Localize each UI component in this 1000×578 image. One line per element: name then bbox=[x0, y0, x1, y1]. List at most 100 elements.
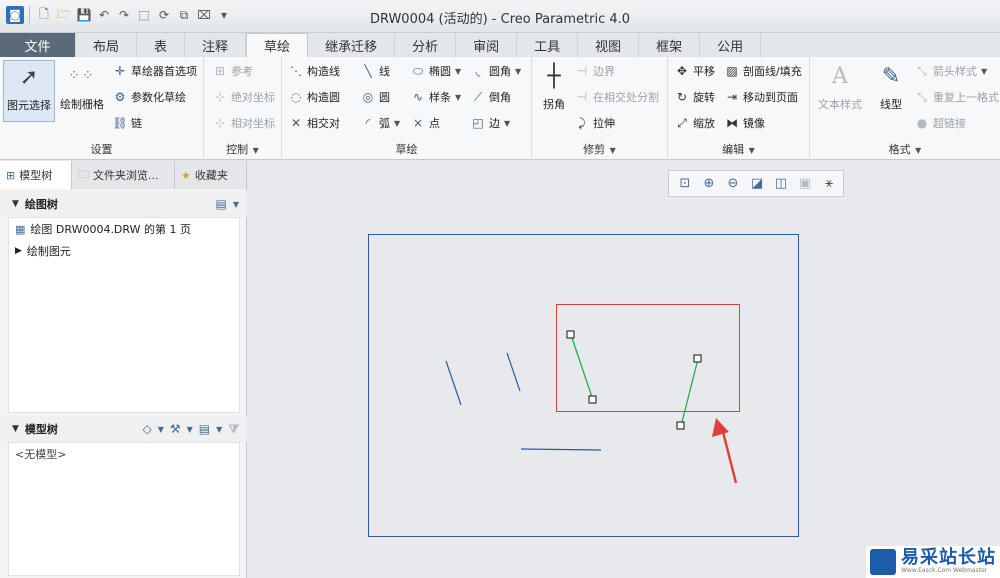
filter-icon[interactable]: ⧩ bbox=[228, 422, 239, 437]
model-tree-header[interactable]: ▼ 模型树 ◇ ▼ ⚒ ▼ ▤ ▼ ⧩ bbox=[0, 416, 247, 442]
spline-icon: ∿ bbox=[412, 90, 424, 104]
collapse-icon[interactable]: ▼ bbox=[12, 199, 19, 209]
move-to-page-button[interactable]: ⇥ 移动到页面 bbox=[724, 87, 798, 107]
intersect-pair-button[interactable]: ✕ 相交对 bbox=[288, 113, 340, 133]
tab-legacy-migration[interactable]: 继承迁移 bbox=[308, 33, 396, 57]
tab-tools[interactable]: 工具 bbox=[517, 33, 579, 57]
absolute-coord-label: 绝对坐标 bbox=[231, 91, 275, 104]
tab-frame[interactable]: 框架 bbox=[639, 33, 701, 57]
tree-item-draft-entities[interactable]: ▶ 绘制图元 bbox=[9, 240, 239, 262]
model-tree-empty: <无模型> bbox=[15, 448, 67, 461]
group-title-control[interactable]: 控制 ▼ bbox=[204, 142, 281, 158]
zoom-out-icon[interactable]: ⊖ bbox=[723, 174, 743, 194]
hatch-fill-button[interactable]: ▨ 剖面线/填充 bbox=[724, 61, 801, 81]
dropdown-icon[interactable]: ▼ bbox=[187, 425, 193, 434]
group-title-edit[interactable]: 编辑 ▼ bbox=[668, 142, 809, 158]
group-control: ⊞ 参考 ⊹ 绝对坐标 ⊹ 相对坐标 控制 ▼ bbox=[204, 57, 282, 160]
tab-favorites[interactable]: ★ 收藏夹 bbox=[175, 161, 247, 189]
drawing-tree-header[interactable]: ▼ 绘图树 ▤ ▼ bbox=[0, 191, 247, 217]
edge-button[interactable]: ◰ 边 ▼ bbox=[470, 113, 510, 133]
tree-item-drawing-sheet[interactable]: ▦ 绘图 DRW0004.DRW 的第 1 页 bbox=[9, 218, 239, 240]
tab-sketch[interactable]: 草绘 bbox=[246, 33, 309, 57]
tab-common[interactable]: 公用 bbox=[700, 33, 762, 57]
expand-icon[interactable]: ▶ bbox=[15, 246, 22, 256]
circle-button[interactable]: ◎ 圆 bbox=[360, 87, 390, 107]
group-title-format[interactable]: 格式 ▼ bbox=[810, 142, 1000, 158]
collapse-icon[interactable]: ▼ bbox=[12, 424, 19, 434]
tab-model-tree[interactable]: ⊞ 模型树 bbox=[0, 161, 72, 189]
chain-button[interactable]: ⛓ 链 bbox=[112, 113, 142, 133]
rotate-button[interactable]: ↻ 旋转 bbox=[674, 87, 715, 107]
construction-circle-button[interactable]: ◌ 构造圆 bbox=[288, 87, 340, 107]
tab-folder-browser[interactable]: 🗀 文件夹浏览... bbox=[72, 161, 175, 189]
zoom-in-icon[interactable]: ⊕ bbox=[699, 174, 719, 194]
model-display-icon[interactable]: ◇ bbox=[142, 422, 151, 436]
move-to-page-label: 移动到页面 bbox=[743, 91, 798, 104]
line-style-button[interactable]: ✎ 线型 bbox=[870, 60, 912, 122]
reference-icon: ⊞ bbox=[214, 64, 226, 78]
select-entity-button[interactable]: ➚ 图元选择 bbox=[3, 60, 55, 122]
fillet-button[interactable]: ◟ 圆角 ▼ bbox=[470, 61, 521, 81]
chamfer-button[interactable]: ⟋ 倒角 bbox=[470, 87, 511, 107]
sketcher-prefs-button[interactable]: ✛ 草绘器首选项 bbox=[112, 61, 197, 81]
corner-icon: ┼ bbox=[547, 63, 561, 89]
tree-settings-icon[interactable]: ▤ bbox=[199, 422, 210, 436]
tab-layout[interactable]: 布局 bbox=[76, 33, 138, 57]
spline-button[interactable]: ∿ 样条 ▼ bbox=[410, 87, 461, 107]
boundary-button[interactable]: ⊣ 边界 bbox=[574, 61, 615, 81]
relative-coord-button[interactable]: ⊹ 相对坐标 bbox=[212, 113, 275, 133]
tab-analysis[interactable]: 分析 bbox=[395, 33, 457, 57]
drawing-canvas[interactable] bbox=[248, 161, 1000, 578]
ellipse-button[interactable]: ⬭ 椭圆 ▼ bbox=[410, 61, 461, 81]
display-style-icon[interactable]: ◫ bbox=[771, 174, 791, 194]
mirror-button[interactable]: ⧓ 镜像 bbox=[724, 113, 765, 133]
hyperlink-label: 超链接 bbox=[933, 117, 966, 130]
scale-button[interactable]: ⤢ 缩放 bbox=[674, 113, 715, 133]
tab-view[interactable]: 视图 bbox=[578, 33, 640, 57]
reference-button[interactable]: ⊞ 参考 bbox=[212, 61, 253, 81]
datum-display-icon[interactable]: ⚹ bbox=[819, 174, 839, 194]
repaint-icon[interactable]: ◪ bbox=[747, 174, 767, 194]
tab-file[interactable]: 文件 bbox=[0, 33, 76, 57]
fillet-icon: ◟ bbox=[475, 64, 481, 78]
construction-circle-icon: ◌ bbox=[290, 90, 302, 104]
hyperlink-button[interactable]: ● 超链接 bbox=[914, 113, 966, 133]
construction-circle-label: 构造圆 bbox=[307, 91, 340, 104]
ellipse-icon: ⬭ bbox=[412, 63, 424, 78]
arrow-style-button[interactable]: ⤡ 箭头样式 ▼ bbox=[914, 61, 987, 81]
refit-icon[interactable]: ⊡ bbox=[675, 174, 695, 194]
saved-views-icon[interactable]: ▣ bbox=[795, 174, 815, 194]
dropdown-icon[interactable]: ▼ bbox=[233, 200, 239, 209]
repeat-format-icon: ⤡ bbox=[917, 89, 927, 104]
tab-table[interactable]: 表 bbox=[137, 33, 186, 57]
edge-label: 边 bbox=[489, 117, 500, 130]
parametric-sketch-label: 参数化草绘 bbox=[131, 91, 186, 104]
tab-review[interactable]: 审阅 bbox=[456, 33, 518, 57]
repeat-format-button[interactable]: ⤡ 重复上一格式 bbox=[914, 87, 999, 107]
parametric-sketch-button[interactable]: ⚙ 参数化草绘 bbox=[112, 87, 186, 107]
arc-button[interactable]: ◜ 弧 ▼ bbox=[360, 113, 400, 133]
group-title-trim[interactable]: 修剪 ▼ bbox=[532, 142, 667, 158]
translate-label: 平移 bbox=[693, 65, 715, 78]
absolute-coord-button[interactable]: ⊹ 绝对坐标 bbox=[212, 87, 275, 107]
model-tree-title: 模型树 bbox=[24, 423, 58, 436]
tree-settings-icon[interactable]: ▤ bbox=[216, 197, 227, 211]
view-toolbar: ⊡ ⊕ ⊖ ◪ ◫ ▣ ⚹ bbox=[668, 170, 844, 197]
text-style-label: 文本样式 bbox=[818, 98, 862, 111]
corner-button[interactable]: ┼ 拐角 bbox=[536, 60, 572, 122]
move-to-page-icon: ⇥ bbox=[726, 90, 738, 104]
tools-icon[interactable]: ⚒ bbox=[170, 422, 181, 436]
stretch-button[interactable]: ⤸ 拉伸 bbox=[574, 113, 615, 133]
line-label: 线 bbox=[379, 65, 390, 78]
line-button[interactable]: ╲ 线 bbox=[360, 61, 390, 81]
construction-line-button[interactable]: ⋱ 构造线 bbox=[288, 61, 340, 81]
dropdown-icon[interactable]: ▼ bbox=[216, 425, 222, 434]
dropdown-icon[interactable]: ▼ bbox=[158, 425, 164, 434]
text-style-button[interactable]: A 文本样式 bbox=[812, 60, 868, 122]
group-settings: ➚ 图元选择 ⁘⁘ 绘制栅格 ✛ 草绘器首选项 ⚙ 参数化草绘 ⛓ 链 设置 bbox=[0, 57, 204, 160]
tab-annotate[interactable]: 注释 bbox=[185, 33, 247, 57]
translate-button[interactable]: ✥ 平移 bbox=[674, 61, 715, 81]
point-button[interactable]: × 点 bbox=[410, 113, 440, 133]
sketch-grid-button[interactable]: ⁘⁘ 绘制栅格 bbox=[58, 60, 106, 122]
divide-at-intersect-button[interactable]: ⊣ 在相交处分割 bbox=[574, 87, 659, 107]
